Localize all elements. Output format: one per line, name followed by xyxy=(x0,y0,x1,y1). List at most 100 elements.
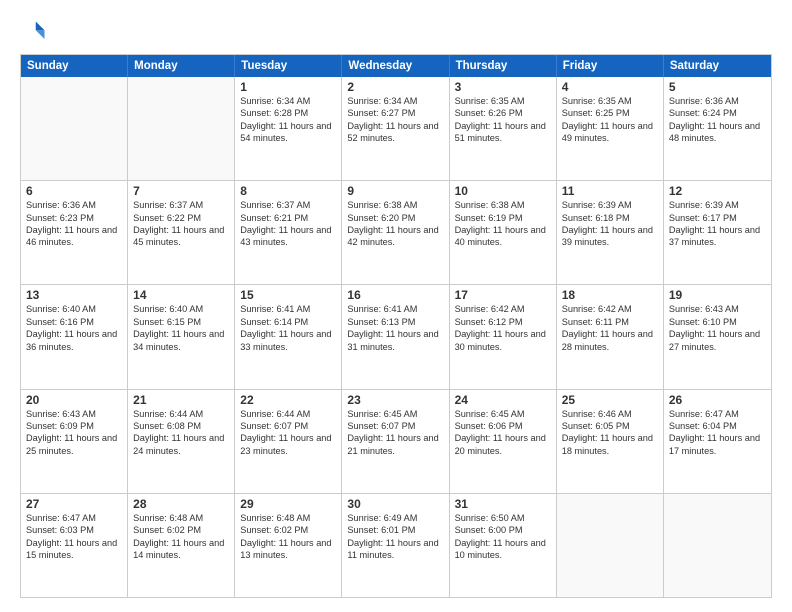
day-of-week-header: Saturday xyxy=(664,55,771,77)
day-number: 4 xyxy=(562,80,658,94)
cell-detail-text: Sunrise: 6:42 AM Sunset: 6:12 PM Dayligh… xyxy=(455,303,551,353)
day-number: 16 xyxy=(347,288,443,302)
logo xyxy=(20,18,52,46)
cell-detail-text: Sunrise: 6:50 AM Sunset: 6:00 PM Dayligh… xyxy=(455,512,551,562)
cell-detail-text: Sunrise: 6:43 AM Sunset: 6:09 PM Dayligh… xyxy=(26,408,122,458)
cell-detail-text: Sunrise: 6:48 AM Sunset: 6:02 PM Dayligh… xyxy=(240,512,336,562)
day-number: 23 xyxy=(347,393,443,407)
day-of-week-header: Thursday xyxy=(450,55,557,77)
cell-detail-text: Sunrise: 6:41 AM Sunset: 6:13 PM Dayligh… xyxy=(347,303,443,353)
cell-detail-text: Sunrise: 6:35 AM Sunset: 6:25 PM Dayligh… xyxy=(562,95,658,145)
calendar-cell: 27Sunrise: 6:47 AM Sunset: 6:03 PM Dayli… xyxy=(21,494,128,597)
calendar-cell: 19Sunrise: 6:43 AM Sunset: 6:10 PM Dayli… xyxy=(664,285,771,388)
cell-detail-text: Sunrise: 6:38 AM Sunset: 6:19 PM Dayligh… xyxy=(455,199,551,249)
calendar-cell: 30Sunrise: 6:49 AM Sunset: 6:01 PM Dayli… xyxy=(342,494,449,597)
calendar-cell: 6Sunrise: 6:36 AM Sunset: 6:23 PM Daylig… xyxy=(21,181,128,284)
day-number: 21 xyxy=(133,393,229,407)
day-number: 31 xyxy=(455,497,551,511)
day-number: 24 xyxy=(455,393,551,407)
day-number: 29 xyxy=(240,497,336,511)
calendar-cell: 22Sunrise: 6:44 AM Sunset: 6:07 PM Dayli… xyxy=(235,390,342,493)
day-number: 19 xyxy=(669,288,766,302)
calendar-cell: 1Sunrise: 6:34 AM Sunset: 6:28 PM Daylig… xyxy=(235,77,342,180)
day-number: 3 xyxy=(455,80,551,94)
logo-icon xyxy=(20,18,48,46)
day-number: 26 xyxy=(669,393,766,407)
day-number: 8 xyxy=(240,184,336,198)
calendar-cell: 21Sunrise: 6:44 AM Sunset: 6:08 PM Dayli… xyxy=(128,390,235,493)
day-number: 5 xyxy=(669,80,766,94)
cell-detail-text: Sunrise: 6:45 AM Sunset: 6:06 PM Dayligh… xyxy=(455,408,551,458)
day-number: 10 xyxy=(455,184,551,198)
day-number: 17 xyxy=(455,288,551,302)
cell-detail-text: Sunrise: 6:39 AM Sunset: 6:17 PM Dayligh… xyxy=(669,199,766,249)
day-number: 13 xyxy=(26,288,122,302)
calendar-week-row: 6Sunrise: 6:36 AM Sunset: 6:23 PM Daylig… xyxy=(21,181,771,285)
day-of-week-header: Wednesday xyxy=(342,55,449,77)
calendar-cell: 11Sunrise: 6:39 AM Sunset: 6:18 PM Dayli… xyxy=(557,181,664,284)
calendar-cell: 23Sunrise: 6:45 AM Sunset: 6:07 PM Dayli… xyxy=(342,390,449,493)
calendar-cell: 26Sunrise: 6:47 AM Sunset: 6:04 PM Dayli… xyxy=(664,390,771,493)
cell-detail-text: Sunrise: 6:45 AM Sunset: 6:07 PM Dayligh… xyxy=(347,408,443,458)
cell-detail-text: Sunrise: 6:47 AM Sunset: 6:03 PM Dayligh… xyxy=(26,512,122,562)
calendar-cell: 28Sunrise: 6:48 AM Sunset: 6:02 PM Dayli… xyxy=(128,494,235,597)
calendar-cell: 31Sunrise: 6:50 AM Sunset: 6:00 PM Dayli… xyxy=(450,494,557,597)
calendar-cell: 14Sunrise: 6:40 AM Sunset: 6:15 PM Dayli… xyxy=(128,285,235,388)
page: SundayMondayTuesdayWednesdayThursdayFrid… xyxy=(0,0,792,612)
cell-detail-text: Sunrise: 6:46 AM Sunset: 6:05 PM Dayligh… xyxy=(562,408,658,458)
calendar-body: 1Sunrise: 6:34 AM Sunset: 6:28 PM Daylig… xyxy=(21,77,771,597)
cell-detail-text: Sunrise: 6:39 AM Sunset: 6:18 PM Dayligh… xyxy=(562,199,658,249)
day-number: 11 xyxy=(562,184,658,198)
cell-detail-text: Sunrise: 6:36 AM Sunset: 6:24 PM Dayligh… xyxy=(669,95,766,145)
cell-detail-text: Sunrise: 6:34 AM Sunset: 6:27 PM Dayligh… xyxy=(347,95,443,145)
calendar-week-row: 20Sunrise: 6:43 AM Sunset: 6:09 PM Dayli… xyxy=(21,390,771,494)
calendar-cell: 2Sunrise: 6:34 AM Sunset: 6:27 PM Daylig… xyxy=(342,77,449,180)
day-of-week-header: Monday xyxy=(128,55,235,77)
day-number: 20 xyxy=(26,393,122,407)
calendar-cell: 18Sunrise: 6:42 AM Sunset: 6:11 PM Dayli… xyxy=(557,285,664,388)
calendar-cell: 15Sunrise: 6:41 AM Sunset: 6:14 PM Dayli… xyxy=(235,285,342,388)
calendar-cell: 12Sunrise: 6:39 AM Sunset: 6:17 PM Dayli… xyxy=(664,181,771,284)
calendar-cell xyxy=(664,494,771,597)
cell-detail-text: Sunrise: 6:40 AM Sunset: 6:15 PM Dayligh… xyxy=(133,303,229,353)
cell-detail-text: Sunrise: 6:42 AM Sunset: 6:11 PM Dayligh… xyxy=(562,303,658,353)
cell-detail-text: Sunrise: 6:37 AM Sunset: 6:22 PM Dayligh… xyxy=(133,199,229,249)
calendar-week-row: 27Sunrise: 6:47 AM Sunset: 6:03 PM Dayli… xyxy=(21,494,771,597)
day-of-week-header: Tuesday xyxy=(235,55,342,77)
cell-detail-text: Sunrise: 6:38 AM Sunset: 6:20 PM Dayligh… xyxy=(347,199,443,249)
header xyxy=(20,18,772,46)
cell-detail-text: Sunrise: 6:47 AM Sunset: 6:04 PM Dayligh… xyxy=(669,408,766,458)
calendar-cell: 20Sunrise: 6:43 AM Sunset: 6:09 PM Dayli… xyxy=(21,390,128,493)
calendar-cell xyxy=(557,494,664,597)
calendar-cell: 16Sunrise: 6:41 AM Sunset: 6:13 PM Dayli… xyxy=(342,285,449,388)
calendar-week-row: 1Sunrise: 6:34 AM Sunset: 6:28 PM Daylig… xyxy=(21,77,771,181)
day-number: 14 xyxy=(133,288,229,302)
cell-detail-text: Sunrise: 6:44 AM Sunset: 6:08 PM Dayligh… xyxy=(133,408,229,458)
calendar-cell: 5Sunrise: 6:36 AM Sunset: 6:24 PM Daylig… xyxy=(664,77,771,180)
calendar-header-row: SundayMondayTuesdayWednesdayThursdayFrid… xyxy=(21,55,771,77)
cell-detail-text: Sunrise: 6:35 AM Sunset: 6:26 PM Dayligh… xyxy=(455,95,551,145)
cell-detail-text: Sunrise: 6:37 AM Sunset: 6:21 PM Dayligh… xyxy=(240,199,336,249)
calendar-week-row: 13Sunrise: 6:40 AM Sunset: 6:16 PM Dayli… xyxy=(21,285,771,389)
day-number: 18 xyxy=(562,288,658,302)
calendar-cell: 24Sunrise: 6:45 AM Sunset: 6:06 PM Dayli… xyxy=(450,390,557,493)
calendar-cell: 9Sunrise: 6:38 AM Sunset: 6:20 PM Daylig… xyxy=(342,181,449,284)
day-number: 9 xyxy=(347,184,443,198)
cell-detail-text: Sunrise: 6:48 AM Sunset: 6:02 PM Dayligh… xyxy=(133,512,229,562)
cell-detail-text: Sunrise: 6:43 AM Sunset: 6:10 PM Dayligh… xyxy=(669,303,766,353)
calendar-cell: 25Sunrise: 6:46 AM Sunset: 6:05 PM Dayli… xyxy=(557,390,664,493)
calendar-cell: 7Sunrise: 6:37 AM Sunset: 6:22 PM Daylig… xyxy=(128,181,235,284)
calendar-cell: 4Sunrise: 6:35 AM Sunset: 6:25 PM Daylig… xyxy=(557,77,664,180)
calendar-cell: 8Sunrise: 6:37 AM Sunset: 6:21 PM Daylig… xyxy=(235,181,342,284)
calendar-cell: 17Sunrise: 6:42 AM Sunset: 6:12 PM Dayli… xyxy=(450,285,557,388)
day-number: 1 xyxy=(240,80,336,94)
calendar-cell xyxy=(128,77,235,180)
day-number: 7 xyxy=(133,184,229,198)
calendar-cell xyxy=(21,77,128,180)
day-number: 6 xyxy=(26,184,122,198)
day-number: 12 xyxy=(669,184,766,198)
calendar-cell: 13Sunrise: 6:40 AM Sunset: 6:16 PM Dayli… xyxy=(21,285,128,388)
day-number: 2 xyxy=(347,80,443,94)
day-number: 27 xyxy=(26,497,122,511)
calendar: SundayMondayTuesdayWednesdayThursdayFrid… xyxy=(20,54,772,598)
